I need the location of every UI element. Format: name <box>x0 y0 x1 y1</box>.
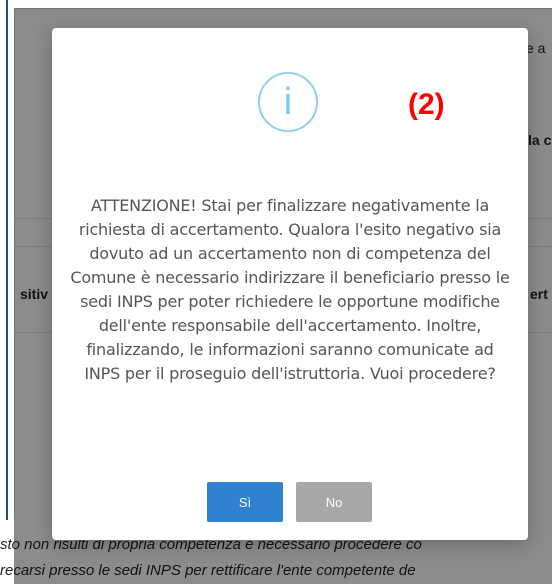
dialog-message: ATTENZIONE! Stai per finalizzare negativ… <box>70 196 510 383</box>
yes-button[interactable]: Sì <box>207 482 283 522</box>
page-left-rule <box>6 0 8 520</box>
no-button[interactable]: No <box>296 482 372 522</box>
step-annotation: (2) <box>408 88 445 121</box>
confirmation-dialog: i (2) ATTENZIONE! Stai per finalizzare n… <box>52 28 528 540</box>
info-icon: i <box>258 72 318 132</box>
